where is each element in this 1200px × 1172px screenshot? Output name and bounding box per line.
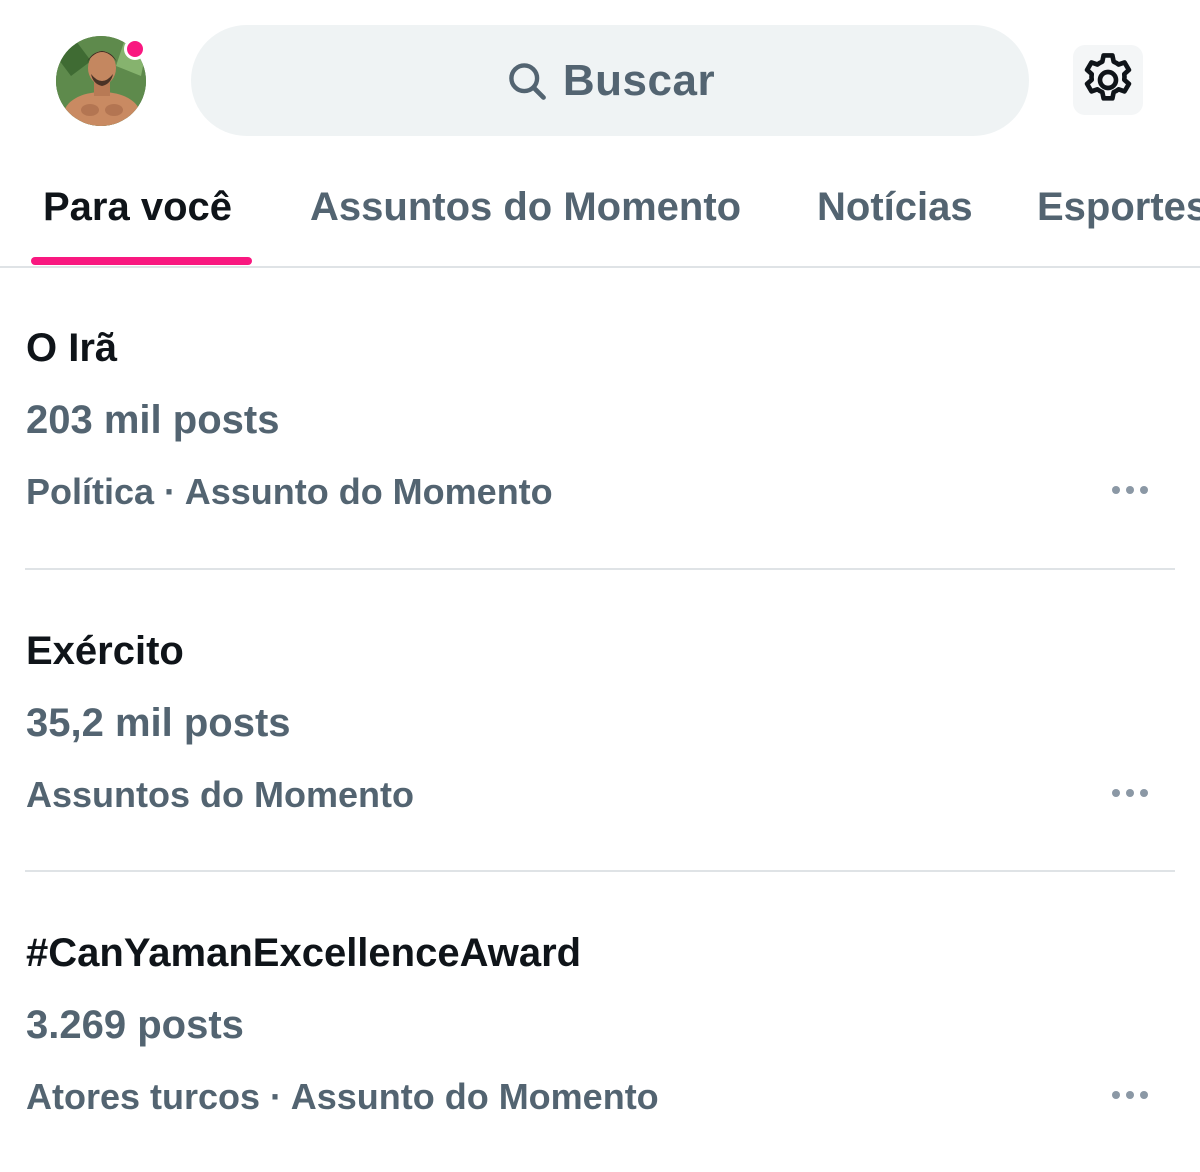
settings-button[interactable] xyxy=(1073,45,1143,115)
more-dot-icon xyxy=(1112,486,1120,494)
trend-more-button[interactable] xyxy=(1102,470,1158,510)
more-dot-icon xyxy=(1126,789,1134,797)
trend-context: Assuntos do Momento xyxy=(26,774,414,815)
more-dot-icon xyxy=(1112,1091,1120,1099)
explore-tabs: Para você Assuntos do Momento Notícias E… xyxy=(0,150,1200,268)
more-dot-icon xyxy=(1112,789,1120,797)
search-icon xyxy=(509,62,546,100)
search-input[interactable]: Buscar xyxy=(191,25,1029,136)
trend-title: #CanYamanExcellenceAward xyxy=(26,931,582,975)
tab-assuntos-do-momento[interactable]: Assuntos do Momento xyxy=(310,150,741,264)
trend-title: Exército xyxy=(26,629,184,673)
trend-post-count: 3.269 posts xyxy=(26,1003,244,1047)
gear-icon xyxy=(1084,53,1132,101)
tab-esportes[interactable]: Esportes xyxy=(1037,150,1200,264)
trend-item[interactable]: #CanYamanExcellenceAward 3.269 posts Ato… xyxy=(0,872,1200,1172)
trend-title: O Irã xyxy=(26,326,118,370)
trend-more-button[interactable] xyxy=(1102,773,1158,813)
active-tab-indicator xyxy=(31,257,252,265)
trend-post-count: 35,2 mil posts xyxy=(26,701,291,745)
trend-post-count: 203 mil posts xyxy=(26,398,280,442)
trend-item[interactable]: Exército 35,2 mil posts Assuntos do Mome… xyxy=(0,570,1200,870)
trend-more-button[interactable] xyxy=(1102,1075,1158,1115)
trend-context: Atores turcos · Assunto do Momento xyxy=(26,1076,659,1117)
search-placeholder: Buscar xyxy=(562,55,716,105)
more-dot-icon xyxy=(1126,1091,1134,1099)
more-dot-icon xyxy=(1140,486,1148,494)
tab-para-voce[interactable]: Para você xyxy=(43,150,232,264)
trend-item[interactable]: O Irã 203 mil posts Política · Assunto d… xyxy=(0,268,1200,568)
tab-noticias[interactable]: Notícias xyxy=(817,150,973,264)
profile-avatar-button[interactable] xyxy=(56,36,146,126)
more-dot-icon xyxy=(1140,1091,1148,1099)
notification-dot xyxy=(124,38,146,60)
more-dot-icon xyxy=(1126,486,1134,494)
trend-context: Política · Assunto do Momento xyxy=(26,471,553,512)
more-dot-icon xyxy=(1140,789,1148,797)
